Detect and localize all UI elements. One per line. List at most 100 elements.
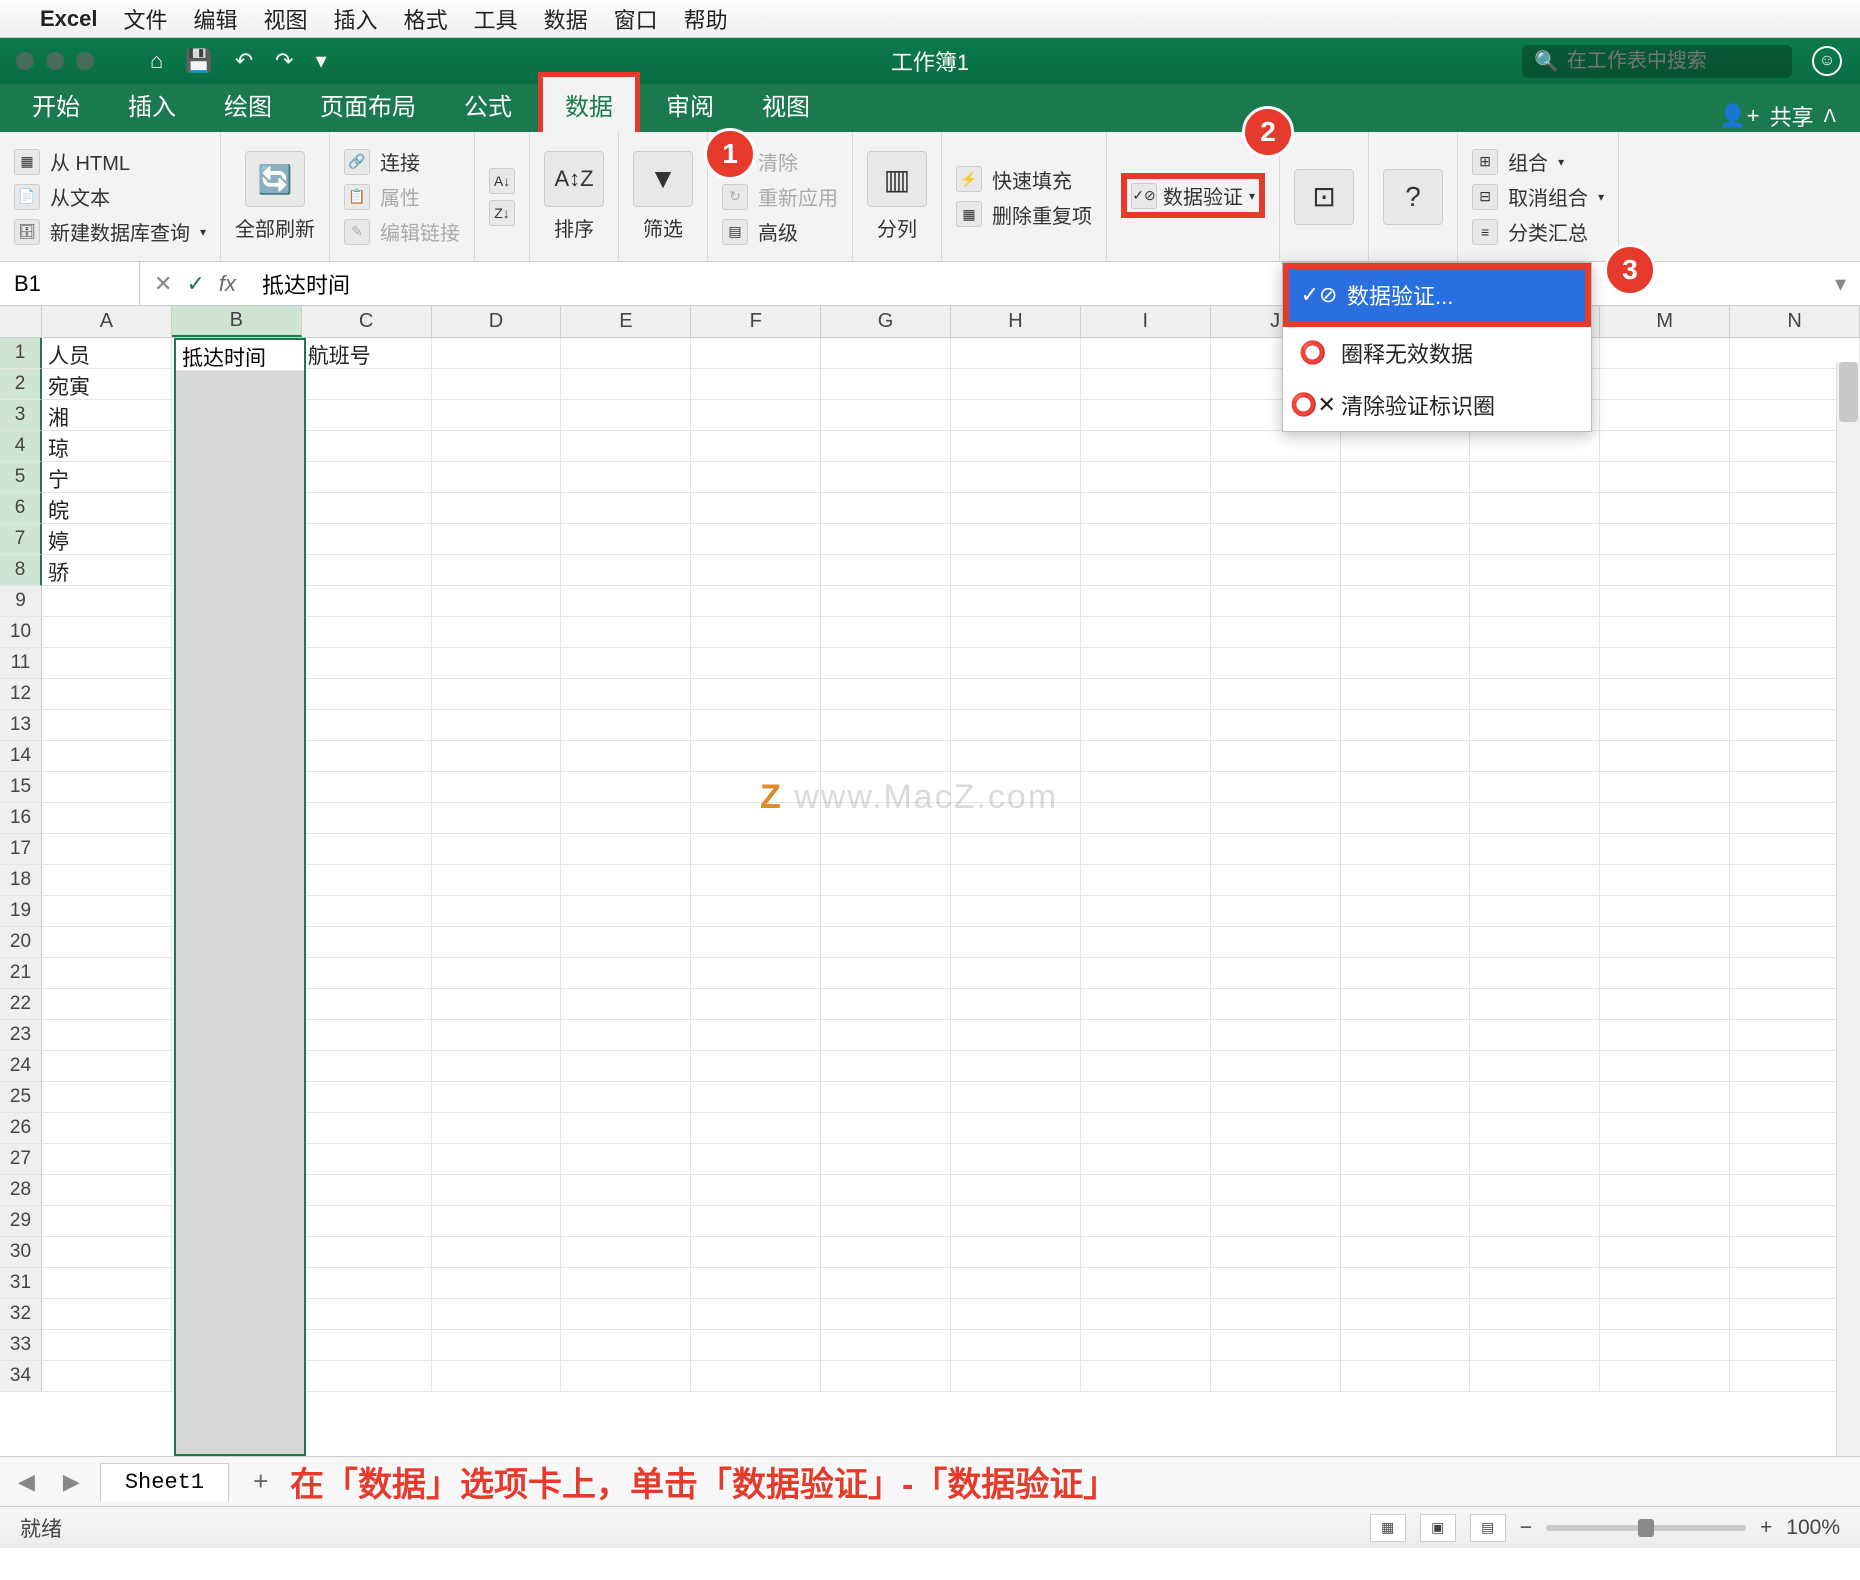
cell-I7[interactable]: [1081, 524, 1211, 555]
cell-M20[interactable]: [1600, 927, 1730, 958]
cell-I34[interactable]: [1081, 1361, 1211, 1392]
row-header-3[interactable]: 3: [0, 400, 42, 431]
cell-K8[interactable]: [1341, 555, 1471, 586]
cell-J7[interactable]: [1211, 524, 1341, 555]
cell-M23[interactable]: [1600, 1020, 1730, 1051]
cell-H20[interactable]: [951, 927, 1081, 958]
cell-I29[interactable]: [1081, 1206, 1211, 1237]
home-icon[interactable]: ⌂: [150, 48, 163, 74]
cell-M2[interactable]: [1600, 369, 1730, 400]
row-header-30[interactable]: 30: [0, 1237, 42, 1268]
cell-L6[interactable]: [1470, 493, 1600, 524]
menu-file[interactable]: 文件: [124, 3, 168, 35]
cell-C15[interactable]: [302, 772, 432, 803]
menu-help[interactable]: 帮助: [684, 3, 728, 35]
cell-H22[interactable]: [951, 989, 1081, 1020]
cell-F17[interactable]: [691, 834, 821, 865]
cell-M21[interactable]: [1600, 958, 1730, 989]
cell-A18[interactable]: [42, 865, 172, 896]
cell-H4[interactable]: [951, 431, 1081, 462]
cell-C1[interactable]: 航班号: [302, 338, 432, 369]
cell-J12[interactable]: [1211, 679, 1341, 710]
row-header-8[interactable]: 8: [0, 555, 42, 586]
cell-F26[interactable]: [691, 1113, 821, 1144]
cell-I17[interactable]: [1081, 834, 1211, 865]
cell-A16[interactable]: [42, 803, 172, 834]
row-header-14[interactable]: 14: [0, 741, 42, 772]
cell-F5[interactable]: [691, 462, 821, 493]
cell-K24[interactable]: [1341, 1051, 1471, 1082]
cell-G17[interactable]: [821, 834, 951, 865]
cell-I16[interactable]: [1081, 803, 1211, 834]
cell-D3[interactable]: [432, 400, 562, 431]
cell-F20[interactable]: [691, 927, 821, 958]
cell-I25[interactable]: [1081, 1082, 1211, 1113]
cell-H1[interactable]: [951, 338, 1081, 369]
cell-E31[interactable]: [561, 1268, 691, 1299]
cell-G25[interactable]: [821, 1082, 951, 1113]
cell-K23[interactable]: [1341, 1020, 1471, 1051]
cell-E8[interactable]: [561, 555, 691, 586]
cell-F33[interactable]: [691, 1330, 821, 1361]
cell-E11[interactable]: [561, 648, 691, 679]
cell-E27[interactable]: [561, 1144, 691, 1175]
cell-A10[interactable]: [42, 617, 172, 648]
cell-M9[interactable]: [1600, 586, 1730, 617]
connections-button[interactable]: 🔗连接: [344, 147, 460, 176]
cell-L9[interactable]: [1470, 586, 1600, 617]
row-header-24[interactable]: 24: [0, 1051, 42, 1082]
row-header-10[interactable]: 10: [0, 617, 42, 648]
cell-A1[interactable]: 人员: [42, 338, 172, 369]
cell-L5[interactable]: [1470, 462, 1600, 493]
cell-E9[interactable]: [561, 586, 691, 617]
cell-K21[interactable]: [1341, 958, 1471, 989]
cell-G32[interactable]: [821, 1299, 951, 1330]
cell-D2[interactable]: [432, 369, 562, 400]
cell-F10[interactable]: [691, 617, 821, 648]
search-box[interactable]: 🔍: [1522, 45, 1792, 78]
cell-H10[interactable]: [951, 617, 1081, 648]
column-header-B[interactable]: B: [172, 306, 302, 337]
menu-edit[interactable]: 编辑: [194, 3, 238, 35]
cell-G33[interactable]: [821, 1330, 951, 1361]
cell-M1[interactable]: [1600, 338, 1730, 369]
cell-L10[interactable]: [1470, 617, 1600, 648]
row-header-12[interactable]: 12: [0, 679, 42, 710]
sort-icon[interactable]: A↕Z: [544, 151, 604, 207]
cell-E12[interactable]: [561, 679, 691, 710]
share-button[interactable]: 👤+ 共享 ᐱ: [1705, 100, 1850, 132]
cell-A22[interactable]: [42, 989, 172, 1020]
add-sheet-icon[interactable]: +: [241, 1466, 280, 1497]
cell-I14[interactable]: [1081, 741, 1211, 772]
filter-icon[interactable]: ▼: [633, 151, 693, 207]
cell-M19[interactable]: [1600, 896, 1730, 927]
cell-I6[interactable]: [1081, 493, 1211, 524]
cell-G21[interactable]: [821, 958, 951, 989]
cell-D34[interactable]: [432, 1361, 562, 1392]
cell-G3[interactable]: [821, 400, 951, 431]
cell-I30[interactable]: [1081, 1237, 1211, 1268]
cell-J6[interactable]: [1211, 493, 1341, 524]
cell-F16[interactable]: [691, 803, 821, 834]
cell-F13[interactable]: [691, 710, 821, 741]
cell-D32[interactable]: [432, 1299, 562, 1330]
cell-I21[interactable]: [1081, 958, 1211, 989]
cell-K33[interactable]: [1341, 1330, 1471, 1361]
cell-A2[interactable]: 宛寅: [42, 369, 172, 400]
row-header-1[interactable]: 1: [0, 338, 42, 369]
cell-C30[interactable]: [302, 1237, 432, 1268]
cell-G29[interactable]: [821, 1206, 951, 1237]
cell-L26[interactable]: [1470, 1113, 1600, 1144]
cell-E22[interactable]: [561, 989, 691, 1020]
column-header-F[interactable]: F: [691, 306, 821, 337]
cell-H31[interactable]: [951, 1268, 1081, 1299]
cell-D12[interactable]: [432, 679, 562, 710]
tab-view[interactable]: 视图: [740, 77, 832, 132]
sheet-tab[interactable]: Sheet1: [100, 1463, 229, 1501]
row-header-31[interactable]: 31: [0, 1268, 42, 1299]
cell-H32[interactable]: [951, 1299, 1081, 1330]
cell-E7[interactable]: [561, 524, 691, 555]
accept-icon[interactable]: ✓: [186, 271, 204, 297]
cell-E4[interactable]: [561, 431, 691, 462]
cell-M14[interactable]: [1600, 741, 1730, 772]
